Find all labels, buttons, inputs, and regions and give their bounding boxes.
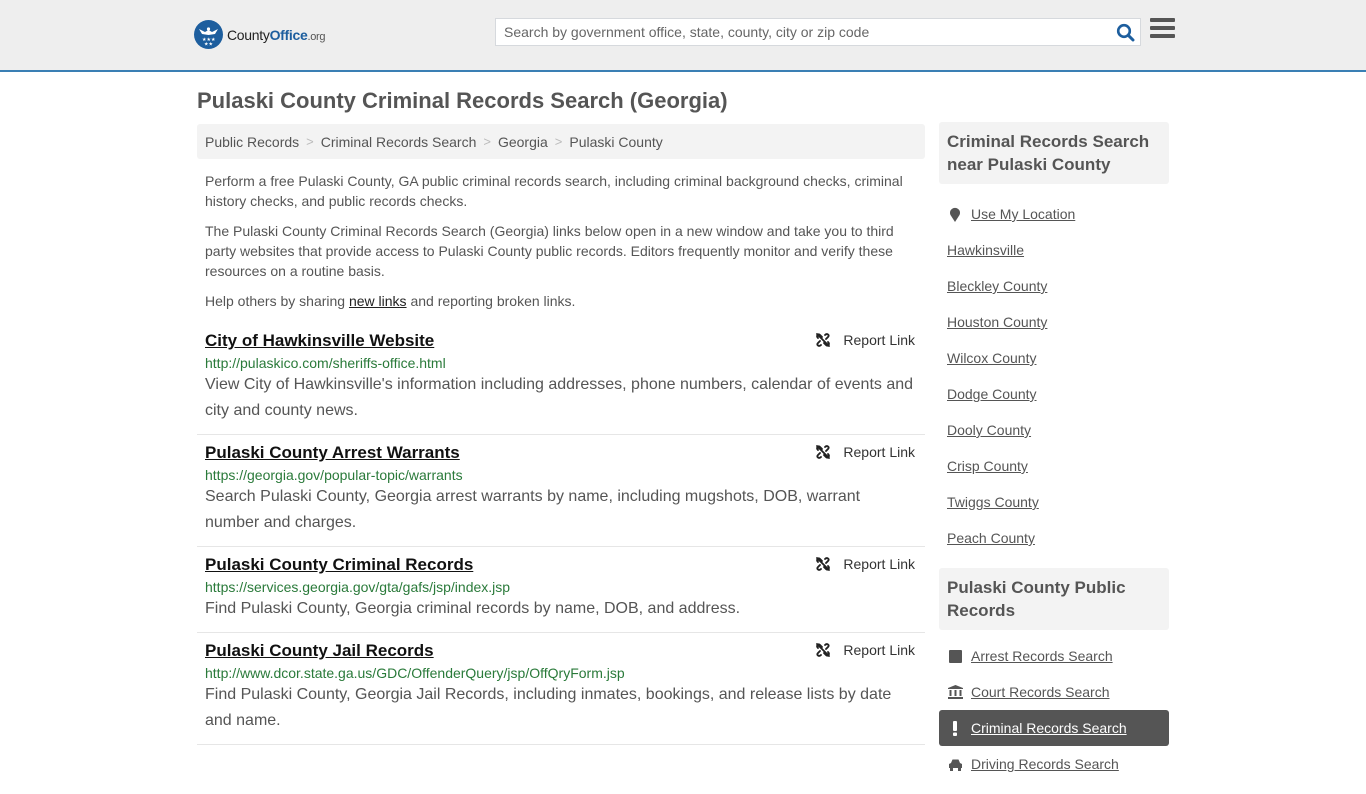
- search-icon: [1116, 23, 1134, 41]
- use-my-location-link[interactable]: Use My Location: [971, 206, 1075, 222]
- report-link-button[interactable]: Report Link: [815, 556, 915, 572]
- nearby-item[interactable]: Twiggs County: [947, 484, 1169, 520]
- intro-paragraph: Perform a free Pulaski County, GA public…: [205, 173, 903, 209]
- nearby-item[interactable]: Peach County: [947, 520, 1169, 556]
- result-title-link[interactable]: Pulaski County Arrest Warrants: [205, 442, 460, 464]
- exclamation-icon: [947, 720, 963, 736]
- result-title-link[interactable]: Pulaski County Criminal Records: [205, 554, 473, 576]
- nearby-link[interactable]: Hawkinsville: [947, 242, 1024, 258]
- car-icon: [947, 758, 963, 771]
- share-links-paragraph: Help others by sharing new links and rep…: [205, 293, 576, 309]
- breadcrumb-separator: >: [554, 134, 563, 149]
- logo-text: CountyOffice.org: [227, 26, 326, 43]
- search-button[interactable]: [1110, 19, 1140, 45]
- result-url[interactable]: https://georgia.gov/popular-topic/warran…: [205, 466, 917, 484]
- nearby-link[interactable]: Crisp County: [947, 458, 1028, 474]
- eagle-logo-icon: ★★★ ★★: [194, 20, 223, 49]
- result-url[interactable]: http://www.dcor.state.ga.us/GDC/Offender…: [205, 664, 917, 682]
- result-item: Pulaski County Jail Records Report Link …: [197, 633, 925, 745]
- search-bar: [495, 18, 1141, 46]
- sidebar-item-court-records[interactable]: Court Records Search: [947, 674, 1169, 710]
- result-description: Find Pulaski County, Georgia criminal re…: [205, 600, 741, 617]
- results-list: City of Hawkinsville Website Report Link…: [197, 323, 925, 745]
- svg-text:★★: ★★: [204, 42, 213, 48]
- broken-link-icon: [816, 333, 831, 347]
- nearby-list: Use My Location Hawkinsville Bleckley Co…: [939, 184, 1169, 568]
- result-item: Pulaski County Arrest Warrants Report Li…: [197, 435, 925, 547]
- public-records-list: Arrest Records Search Court Records Sear…: [939, 630, 1169, 794]
- report-link-button[interactable]: Report Link: [815, 332, 915, 348]
- result-item: Pulaski County Criminal Records Report L…: [197, 547, 925, 633]
- sidebar-item-label[interactable]: Criminal Records Search: [971, 720, 1127, 736]
- nearby-link[interactable]: Dodge County: [947, 386, 1037, 402]
- hamburger-menu-button[interactable]: [1150, 18, 1175, 42]
- page-title: Pulaski County Criminal Records Search (…: [197, 88, 728, 113]
- nearby-item[interactable]: Dodge County: [947, 376, 1169, 412]
- nearby-heading: Criminal Records Search near Pulaski Cou…: [939, 122, 1169, 184]
- courthouse-icon: [947, 685, 963, 699]
- nearby-item[interactable]: Bleckley County: [947, 268, 1169, 304]
- use-my-location-item[interactable]: Use My Location: [947, 196, 1169, 232]
- result-url[interactable]: http://pulaskico.com/sheriffs-office.htm…: [205, 354, 917, 372]
- nearby-link[interactable]: Dooly County: [947, 422, 1031, 438]
- breadcrumb: Public Records > Criminal Records Search…: [197, 124, 925, 159]
- intro-text: Perform a free Pulaski County, GA public…: [205, 171, 920, 321]
- intro-paragraph: The Pulaski County Criminal Records Sear…: [205, 223, 894, 279]
- breadcrumb-georgia[interactable]: Georgia: [498, 134, 548, 150]
- report-link-button[interactable]: Report Link: [815, 444, 915, 460]
- broken-link-icon: [816, 445, 831, 459]
- nearby-link[interactable]: Peach County: [947, 530, 1035, 546]
- nearby-item[interactable]: Wilcox County: [947, 340, 1169, 376]
- breadcrumb-public-records[interactable]: Public Records: [205, 134, 299, 150]
- nearby-link[interactable]: Bleckley County: [947, 278, 1047, 294]
- breadcrumb-separator: >: [306, 134, 314, 149]
- sidebar-item-label[interactable]: Arrest Records Search: [971, 648, 1113, 664]
- nearby-item[interactable]: Dooly County: [947, 412, 1169, 448]
- sidebar: Criminal Records Search near Pulaski Cou…: [939, 122, 1169, 794]
- result-title-link[interactable]: Pulaski County Jail Records: [205, 640, 434, 662]
- menu-bar-icon: [1150, 26, 1175, 30]
- sidebar-item-criminal-records[interactable]: Criminal Records Search: [939, 710, 1169, 746]
- result-title-link[interactable]: City of Hawkinsville Website: [205, 330, 434, 352]
- nearby-link[interactable]: Wilcox County: [947, 350, 1036, 366]
- menu-bar-icon: [1150, 18, 1175, 22]
- menu-bar-icon: [1150, 34, 1175, 38]
- public-records-heading: Pulaski County Public Records: [939, 568, 1169, 630]
- breadcrumb-separator: >: [483, 134, 491, 149]
- breadcrumb-pulaski-county[interactable]: Pulaski County: [569, 134, 662, 150]
- nearby-link[interactable]: Twiggs County: [947, 494, 1039, 510]
- nearby-item[interactable]: Crisp County: [947, 448, 1169, 484]
- result-description: Search Pulaski County, Georgia arrest wa…: [205, 488, 861, 531]
- sidebar-item-label[interactable]: Driving Records Search: [971, 756, 1119, 772]
- result-url[interactable]: https://services.georgia.gov/gta/gafs/js…: [205, 578, 917, 596]
- result-description: Find Pulaski County, Georgia Jail Record…: [205, 686, 892, 729]
- broken-link-icon: [816, 557, 831, 571]
- sidebar-item-driving-records[interactable]: Driving Records Search: [947, 746, 1169, 782]
- sidebar-item-arrest-records[interactable]: Arrest Records Search: [947, 638, 1169, 674]
- result-description: View City of Hawkinsville's information …: [205, 376, 914, 419]
- result-item: City of Hawkinsville Website Report Link…: [197, 323, 925, 435]
- map-marker-icon: [947, 207, 963, 222]
- square-icon: [947, 649, 963, 663]
- sidebar-item-label[interactable]: Court Records Search: [971, 684, 1110, 700]
- new-links-link[interactable]: new links: [349, 293, 407, 309]
- site-header: ★★★ ★★ CountyOffice.org: [0, 0, 1366, 72]
- nearby-link[interactable]: Houston County: [947, 314, 1047, 330]
- nearby-item[interactable]: Houston County: [947, 304, 1169, 340]
- nearby-item[interactable]: Hawkinsville: [947, 232, 1169, 268]
- broken-link-icon: [816, 643, 831, 657]
- breadcrumb-criminal-records-search[interactable]: Criminal Records Search: [321, 134, 477, 150]
- report-link-button[interactable]: Report Link: [815, 642, 915, 658]
- search-input[interactable]: [496, 19, 1110, 45]
- site-logo[interactable]: ★★★ ★★ CountyOffice.org: [194, 20, 326, 49]
